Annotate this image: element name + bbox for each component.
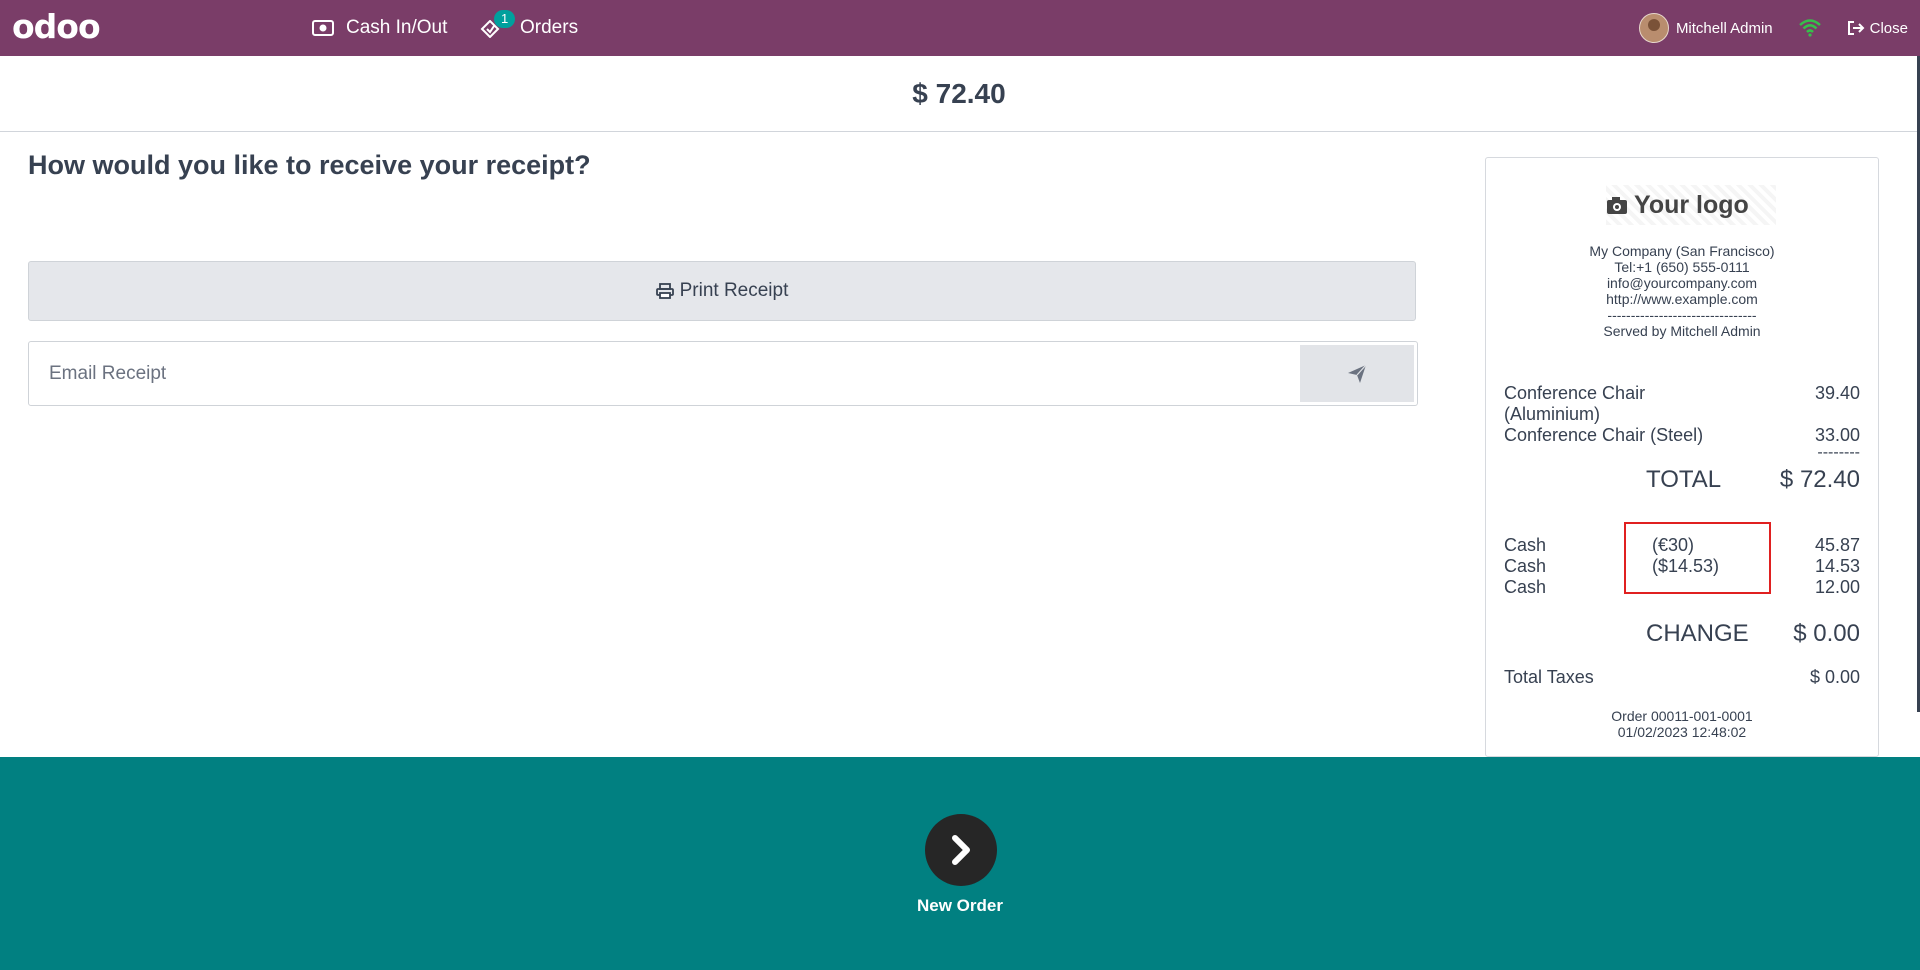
orders-button[interactable]: 1 Orders [480, 0, 578, 56]
payment-method: Cash [1504, 577, 1547, 597]
printer-icon [655, 283, 674, 299]
line-item-variant: (Aluminium) [1504, 404, 1601, 424]
close-label: Close [1869, 19, 1908, 37]
navbar-right: Mitchell Admin Close [1638, 0, 1920, 56]
close-button[interactable]: Close [1847, 20, 1908, 37]
total-label: TOTAL [1646, 466, 1722, 493]
receipt-preview: Your logo My Company (San Francisco) Tel… [1485, 157, 1879, 757]
print-receipt-button[interactable]: Print Receipt [28, 261, 1416, 321]
payment-method: Cash [1504, 556, 1547, 576]
bottom-action-bar: New Order [0, 757, 1920, 970]
user-name[interactable]: Mitchell Admin [1676, 20, 1773, 37]
served-by: Served by Mitchell Admin [1603, 323, 1761, 339]
company-phone: Tel:+1 (650) 555-0111 [1614, 259, 1750, 275]
payment-method: Cash [1504, 535, 1547, 555]
order-info: Order 00011-001-0001 01/02/2023 12:48:02 [1486, 708, 1878, 740]
print-receipt-label: Print Receipt [679, 280, 789, 301]
orders-count-badge: 1 [494, 10, 516, 28]
company-email: info@yourcompany.com [1606, 275, 1758, 291]
change-label: CHANGE [1646, 620, 1749, 647]
total-separator: -------- [1817, 444, 1860, 461]
odoo-logo: odoo [12, 7, 101, 46]
sign-out-icon [1847, 21, 1865, 35]
email-receipt-input[interactable] [29, 342, 1299, 405]
line-item-name: Conference Chair [1504, 383, 1646, 403]
new-order-label: New Order [917, 896, 1003, 915]
chevron-right-icon [952, 835, 970, 865]
order-total-header: $ 72.40 [0, 56, 1918, 132]
payment-amount: 45.87 [1814, 535, 1860, 555]
company-separator: -------------------------------- [1607, 307, 1757, 323]
total-taxes-label: Total Taxes [1504, 667, 1594, 687]
company-name: My Company (San Francisco) [1589, 243, 1775, 259]
paper-plane-icon [1348, 364, 1367, 383]
company-website: http://www.example.com [1606, 291, 1758, 307]
payment-amount: 14.53 [1814, 556, 1860, 576]
cash-in-out-label: Cash In/Out [346, 17, 448, 38]
line-item-price: 39.40 [1814, 383, 1860, 403]
order-reference: Order 00011-001-0001 [1611, 708, 1753, 724]
email-receipt-group [28, 341, 1418, 406]
highlight-box [1624, 522, 1771, 594]
new-order-button[interactable] [925, 814, 997, 886]
order-date: 01/02/2023 12:48:02 [1617, 724, 1747, 740]
orders-label: Orders [520, 17, 579, 38]
company-info: My Company (San Francisco) Tel:+1 (650) … [1486, 243, 1878, 339]
receipt-question: How would you like to receive your recei… [28, 150, 591, 180]
total-value: $ 72.40 [1779, 466, 1860, 493]
send-email-button[interactable] [1300, 345, 1414, 402]
line-item-name: Conference Chair (Steel) [1504, 425, 1704, 445]
cash-in-out-button[interactable]: Cash In/Out [312, 0, 447, 56]
logo-text: Your logo [1634, 190, 1749, 219]
payment-amount: 12.00 [1814, 577, 1860, 597]
order-total-amount: $ 72.40 [912, 77, 1006, 109]
change-value: $ 0.00 [1793, 620, 1860, 647]
wifi-icon[interactable] [1798, 19, 1821, 37]
camera-icon [1607, 197, 1627, 214]
money-icon [312, 20, 334, 36]
line-item-price: 33.00 [1814, 425, 1860, 445]
user-avatar[interactable] [1638, 13, 1669, 43]
company-logo: Your logo [1606, 185, 1776, 225]
top-navbar: odoo Cash In/Out 1 Orders Mitchell Admin [0, 0, 1920, 56]
total-taxes-value: $ 0.00 [1809, 667, 1860, 687]
